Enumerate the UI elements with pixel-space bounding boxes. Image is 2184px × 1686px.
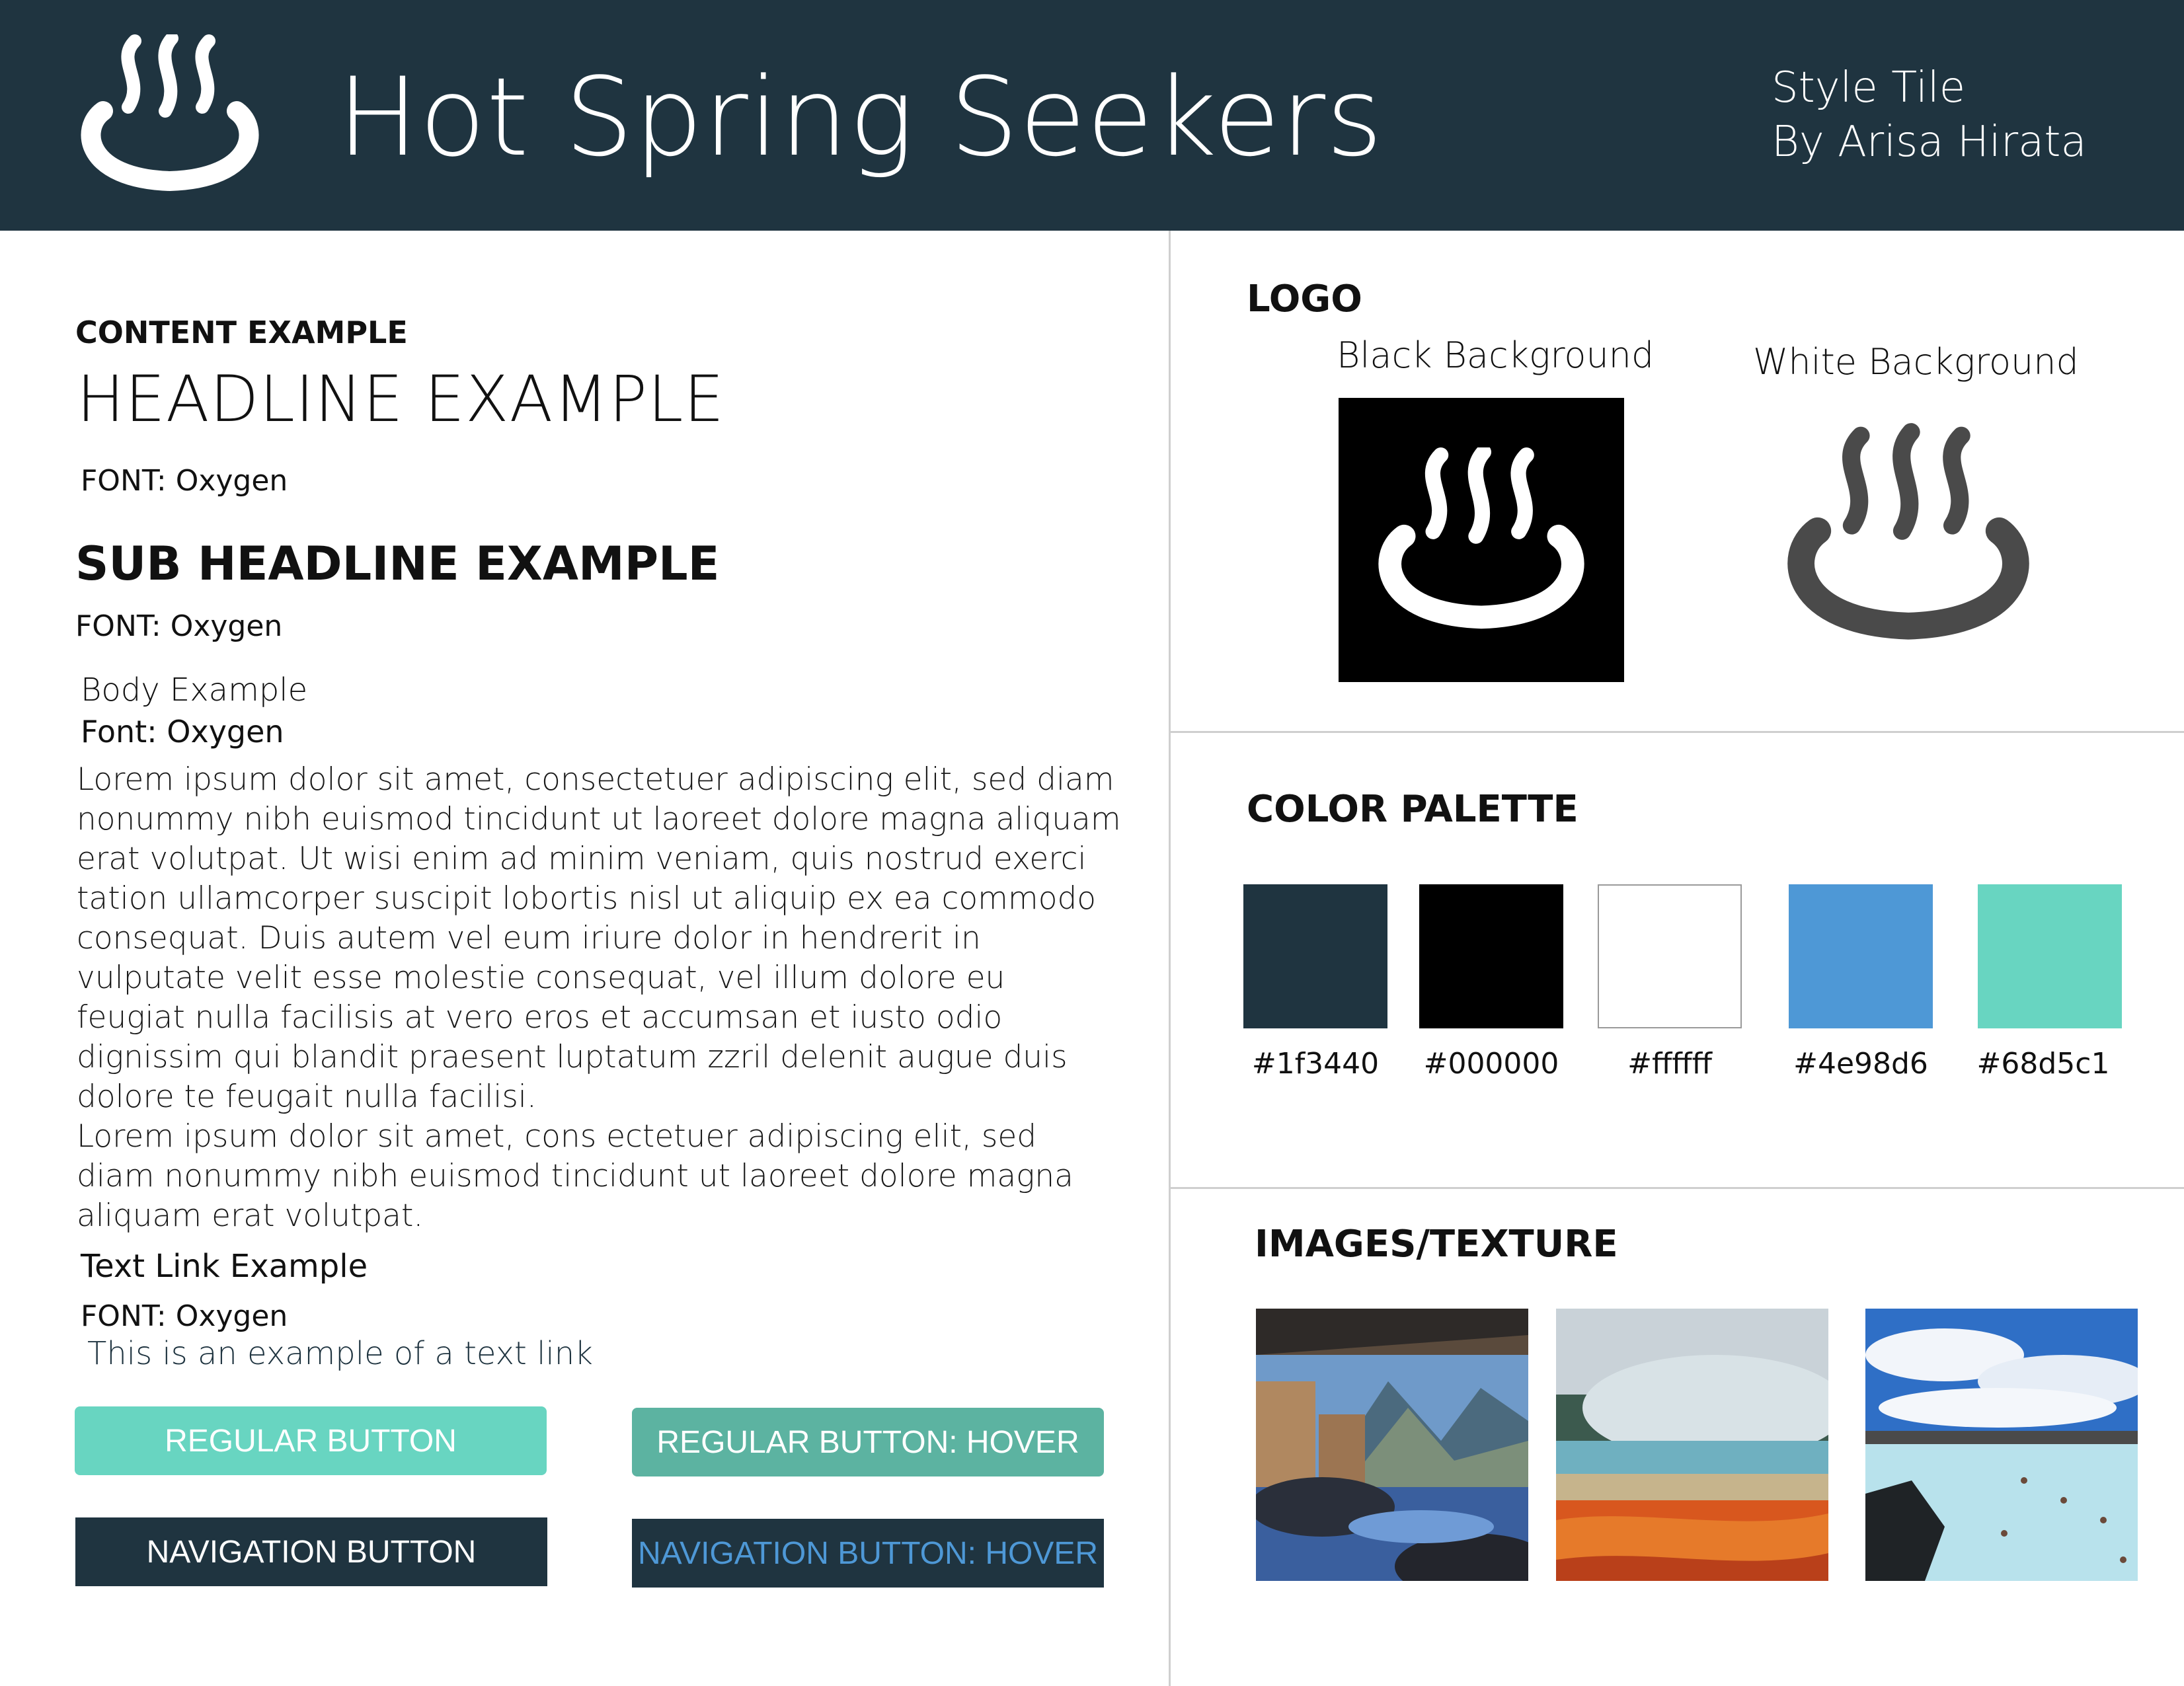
hot-spring-icon bbox=[81, 34, 259, 192]
subheadline-font-note: FONT: Oxygen bbox=[75, 609, 283, 643]
style-tile-label: Style Tile bbox=[1772, 63, 1966, 112]
body-paragraph: Lorem ipsum dolor sit amet, consectetuer… bbox=[77, 761, 1121, 1115]
color-swatch bbox=[1419, 884, 1563, 1028]
logo-black-background bbox=[1339, 398, 1624, 682]
color-swatch bbox=[1243, 884, 1387, 1028]
example-text-link[interactable]: This is an example of a text link bbox=[87, 1335, 593, 1372]
color-hex-label: #68d5c1 bbox=[1976, 1047, 2110, 1081]
geothermal-pool-photo bbox=[1556, 1309, 1828, 1581]
black-background-label: Black Background bbox=[1337, 334, 1655, 376]
navigation-button-hover[interactable]: NAVIGATION BUTTON: HOVER bbox=[632, 1519, 1104, 1588]
subheadline-example: SUB HEADLINE EXAMPLE bbox=[75, 537, 720, 591]
color-swatch bbox=[1789, 884, 1933, 1028]
color-swatch bbox=[1978, 884, 2122, 1028]
logo-section-title: LOGO bbox=[1247, 278, 1362, 321]
section-divider bbox=[1170, 731, 2184, 733]
regular-button-hover[interactable]: REGULAR BUTTON: HOVER bbox=[632, 1408, 1104, 1476]
app-title: Hot Spring Seekers bbox=[337, 54, 1384, 180]
header-meta: Style Tile By Arisa Hirata bbox=[1772, 61, 2087, 169]
link-font-note: FONT: Oxygen bbox=[81, 1299, 288, 1333]
headline-example: HEADLINE EXAMPLE bbox=[77, 362, 725, 436]
regular-button[interactable]: REGULAR BUTTON bbox=[75, 1406, 547, 1475]
header-bar: Hot Spring Seekers Style Tile By Arisa H… bbox=[0, 0, 2184, 231]
content-section-label: CONTENT EXAMPLE bbox=[75, 315, 408, 350]
body-paragraph: Lorem ipsum dolor sit amet, cons ectetue… bbox=[77, 1118, 1073, 1234]
headline-font-note: FONT: Oxygen bbox=[81, 464, 288, 498]
color-hex-label: #000000 bbox=[1423, 1047, 1559, 1081]
hot-spring-icon bbox=[1787, 423, 2029, 640]
navigation-button[interactable]: NAVIGATION BUTTON bbox=[75, 1517, 547, 1586]
palette-section-title: COLOR PALETTE bbox=[1247, 788, 1579, 831]
outdoor-onsen-photo bbox=[1256, 1309, 1528, 1581]
body-example-label: Body Example bbox=[81, 671, 308, 709]
body-text: Lorem ipsum dolor sit amet, consectetuer… bbox=[77, 760, 1121, 1236]
color-hex-label: #4e98d6 bbox=[1793, 1047, 1928, 1081]
color-swatch bbox=[1598, 884, 1742, 1028]
section-divider bbox=[1170, 1187, 2184, 1189]
text-link-label: Text Link Example bbox=[81, 1248, 368, 1285]
column-divider bbox=[1169, 231, 1171, 1686]
lagoon-bathers-photo bbox=[1865, 1309, 2138, 1581]
white-background-label: White Background bbox=[1753, 341, 2079, 383]
images-section-title: IMAGES/TEXTURE bbox=[1255, 1223, 1618, 1266]
hot-spring-icon bbox=[1378, 447, 1584, 629]
body-font-note: Font: Oxygen bbox=[81, 714, 284, 749]
color-hex-label: #1f3440 bbox=[1251, 1047, 1380, 1081]
author-label: By Arisa Hirata bbox=[1772, 118, 2087, 167]
color-hex-label: #ffffff bbox=[1627, 1047, 1712, 1081]
